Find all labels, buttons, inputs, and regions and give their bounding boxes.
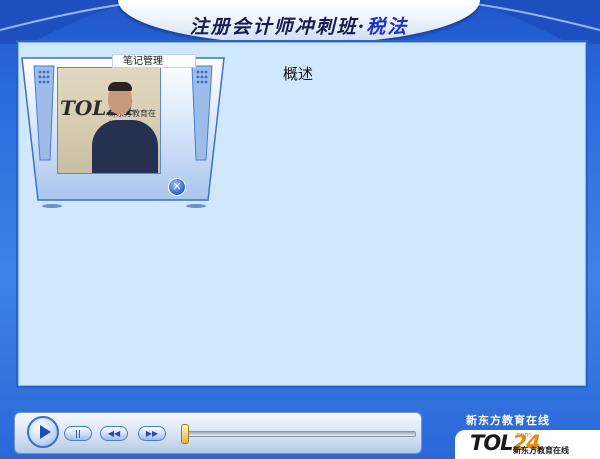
brand-logo-sub: 新东方教育在线 [513,446,569,455]
title-banner: 注册会计师冲刺班·税法 [118,0,480,44]
title-accent: 税法 [366,16,409,38]
forward-button[interactable]: ▶▶ [138,426,166,441]
brand-name: 新东方教育在线 [466,414,550,427]
window-title: 注册会计师冲刺班·税法 [118,12,480,39]
play-icon[interactable] [27,416,59,448]
rewind-button[interactable]: ◀◀ [100,426,128,441]
notes-button[interactable]: 笔记管理 [112,54,196,68]
video-screen[interactable]: TOL24 新东方教育在线 [57,67,161,174]
seek-bar[interactable] [184,431,416,437]
lecturer-body [92,120,158,173]
corner-swoosh-right [460,0,600,44]
brand-logo-tol: TOL [470,431,514,455]
pause-button[interactable]: || [64,426,92,441]
seek-thumb[interactable] [181,424,189,444]
title-main: 注册会计师冲刺班· [189,16,367,38]
close-icon[interactable]: ✕ [168,178,186,196]
section-title: 概述 [283,65,314,83]
lecturer-hair [108,82,132,91]
brand-logo-com: .com [514,431,532,439]
